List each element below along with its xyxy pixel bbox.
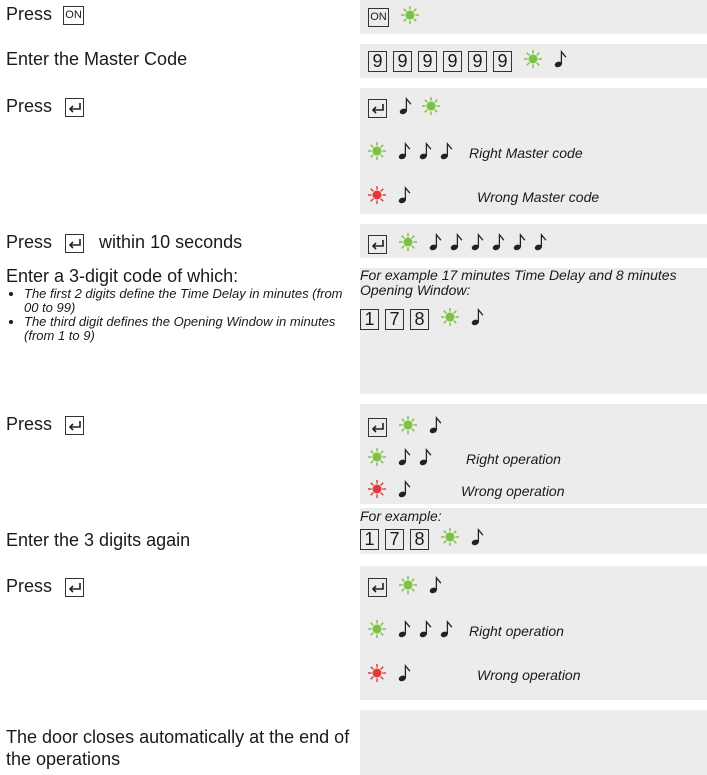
green-led-icon	[524, 50, 542, 73]
beep-note-icon	[471, 308, 484, 331]
beep-note-icon	[398, 448, 411, 471]
green-led-icon	[401, 6, 419, 29]
green-led-icon	[368, 448, 386, 471]
step-8-panel: Right operation Wrong operation	[360, 566, 707, 700]
beep-note-icon	[554, 50, 567, 73]
beep-note-icon	[398, 186, 411, 209]
digit-key: 7	[385, 528, 404, 550]
green-led-icon	[399, 233, 417, 256]
final-step-text: The door closes automatically at the end…	[6, 727, 350, 769]
red-led-icon	[368, 480, 386, 503]
beep-note-icon	[419, 620, 432, 643]
wrong-master-code-caption: Wrong Master code	[477, 189, 600, 205]
step-label: Press	[6, 576, 53, 596]
green-led-icon	[368, 142, 386, 165]
return-key-icon	[368, 577, 387, 597]
bullet-item: The first 2 digits define the Time Delay…	[24, 287, 356, 315]
wrong-operation-caption: Wrong operation	[461, 483, 565, 499]
green-led-icon	[422, 97, 440, 120]
bullet-list: The first 2 digits define the Time Delay…	[6, 287, 356, 343]
beep-note-icon	[450, 233, 463, 256]
step-suffix: within 10 seconds	[99, 232, 243, 252]
right-operation-caption: Right operation	[466, 451, 561, 467]
step-3-text: Press	[6, 96, 90, 117]
beep-note-icon	[534, 233, 547, 256]
beep-note-icon	[398, 664, 411, 687]
wrong-operation-caption: Wrong operation	[477, 667, 581, 683]
beep-note-icon	[471, 528, 484, 551]
return-key-icon	[368, 98, 387, 118]
step-label: Press	[6, 414, 53, 434]
beep-note-icon	[440, 620, 453, 643]
right-master-code-caption: Right Master code	[469, 145, 583, 161]
digit-key: 8	[410, 528, 429, 550]
step-4-panel	[360, 224, 707, 258]
digit-key: 9	[443, 50, 462, 72]
beep-note-icon	[398, 480, 411, 503]
step-5-panel: For example 17 minutes Time Delay and 8 …	[360, 268, 707, 394]
step-label: Press	[6, 232, 53, 252]
beep-note-icon	[471, 233, 484, 256]
return-key-icon	[368, 417, 387, 437]
green-led-icon	[441, 528, 459, 551]
beep-note-icon	[429, 416, 442, 439]
step-8-text: Press	[6, 576, 90, 597]
return-key-icon	[65, 577, 85, 597]
step-2-text: Enter the Master Code	[6, 49, 188, 69]
digit-key: 7	[385, 308, 404, 330]
beep-note-icon	[398, 142, 411, 165]
step-1-text: Press ON	[6, 4, 90, 25]
beep-note-icon	[399, 97, 412, 120]
red-led-icon	[368, 664, 386, 687]
final-step-panel	[360, 710, 707, 775]
digit-key: 9	[393, 50, 412, 72]
beep-note-icon	[429, 233, 442, 256]
on-key: ON	[63, 5, 85, 25]
bullet-item: The third digit defines the Opening Wind…	[24, 315, 356, 343]
step-1-panel: ON	[360, 0, 707, 34]
step-label: Enter a 3-digit code of which:	[6, 266, 239, 286]
step-6-text: Press	[6, 414, 90, 435]
on-key: ON	[368, 7, 389, 27]
beep-note-icon	[492, 233, 505, 256]
green-led-icon	[368, 620, 386, 643]
digit-key: 1	[360, 528, 379, 550]
green-led-icon	[399, 416, 417, 439]
digit-key: 8	[410, 308, 429, 330]
example-caption: For example 17 minutes Time Delay and 8 …	[360, 267, 677, 298]
beep-note-icon	[419, 142, 432, 165]
beep-note-icon	[440, 142, 453, 165]
step-4-text: Press within 10 seconds	[6, 232, 242, 253]
return-key-icon	[65, 97, 85, 117]
beep-note-icon	[513, 233, 526, 256]
step-7-panel: For example: 1 7 8	[360, 508, 707, 554]
step-3-panel: Right Master code Wrong Master code	[360, 88, 707, 214]
step-label: Press	[6, 4, 53, 24]
digit-key: 9	[468, 50, 487, 72]
digit-key: 9	[368, 50, 387, 72]
red-led-icon	[368, 186, 386, 209]
beep-note-icon	[429, 576, 442, 599]
step-5-text: Enter a 3-digit code of which: The first…	[6, 266, 356, 343]
return-key-icon	[65, 415, 85, 435]
digit-key: 1	[360, 308, 379, 330]
digit-key: 9	[493, 50, 512, 72]
return-key-icon	[368, 234, 387, 254]
green-led-icon	[399, 576, 417, 599]
right-operation-caption: Right operation	[469, 623, 564, 639]
step-2-panel: 9 9 9 9 9 9	[360, 44, 707, 78]
step-7-text: Enter the 3 digits again	[6, 530, 191, 550]
step-6-panel: Right operation Wrong operation	[360, 404, 707, 504]
green-led-icon	[441, 308, 459, 331]
beep-note-icon	[419, 448, 432, 471]
step-label: Press	[6, 96, 53, 116]
digit-key: 9	[418, 50, 437, 72]
beep-note-icon	[398, 620, 411, 643]
return-key-icon	[65, 233, 85, 253]
